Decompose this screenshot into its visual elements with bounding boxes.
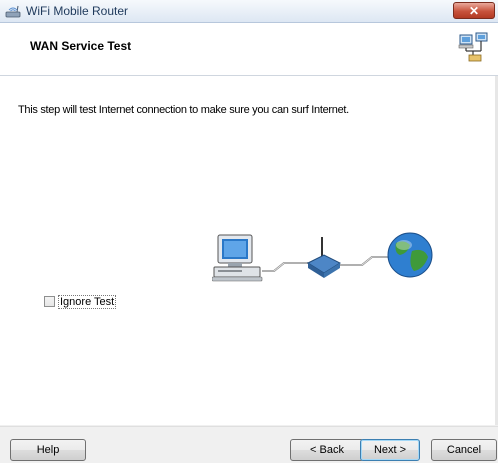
network-wizard-icon (458, 32, 488, 62)
next-button[interactable]: Next > (360, 439, 420, 461)
wizard-content: This step will test Internet connection … (0, 76, 498, 425)
ignore-test-label[interactable]: Ignore Test (58, 295, 117, 309)
page-title: WAN Service Test (30, 39, 132, 53)
close-button[interactable]: ✕ (453, 2, 495, 19)
wizard-window: WiFi Mobile Router ✕ WAN Service Test Th… (0, 0, 498, 463)
help-button[interactable]: Help (10, 439, 86, 461)
wifi-router-app-icon (5, 5, 21, 18)
connection-diagram (212, 232, 433, 282)
router-icon (306, 237, 342, 278)
wizard-header: WAN Service Test (0, 23, 498, 76)
globe-icon (387, 232, 433, 278)
wizard-footer: Help < Back Next > Cancel (0, 426, 498, 463)
title-bar[interactable]: WiFi Mobile Router ✕ (0, 0, 498, 23)
ignore-test-checkbox[interactable] (44, 296, 55, 307)
window-title: WiFi Mobile Router (26, 4, 129, 18)
computer-icon (212, 234, 263, 282)
step-description: This step will test Internet connection … (18, 104, 349, 116)
cancel-button[interactable]: Cancel (431, 439, 497, 461)
back-button[interactable]: < Back (290, 439, 364, 461)
cable-left (262, 262, 308, 272)
close-icon: ✕ (468, 4, 480, 18)
